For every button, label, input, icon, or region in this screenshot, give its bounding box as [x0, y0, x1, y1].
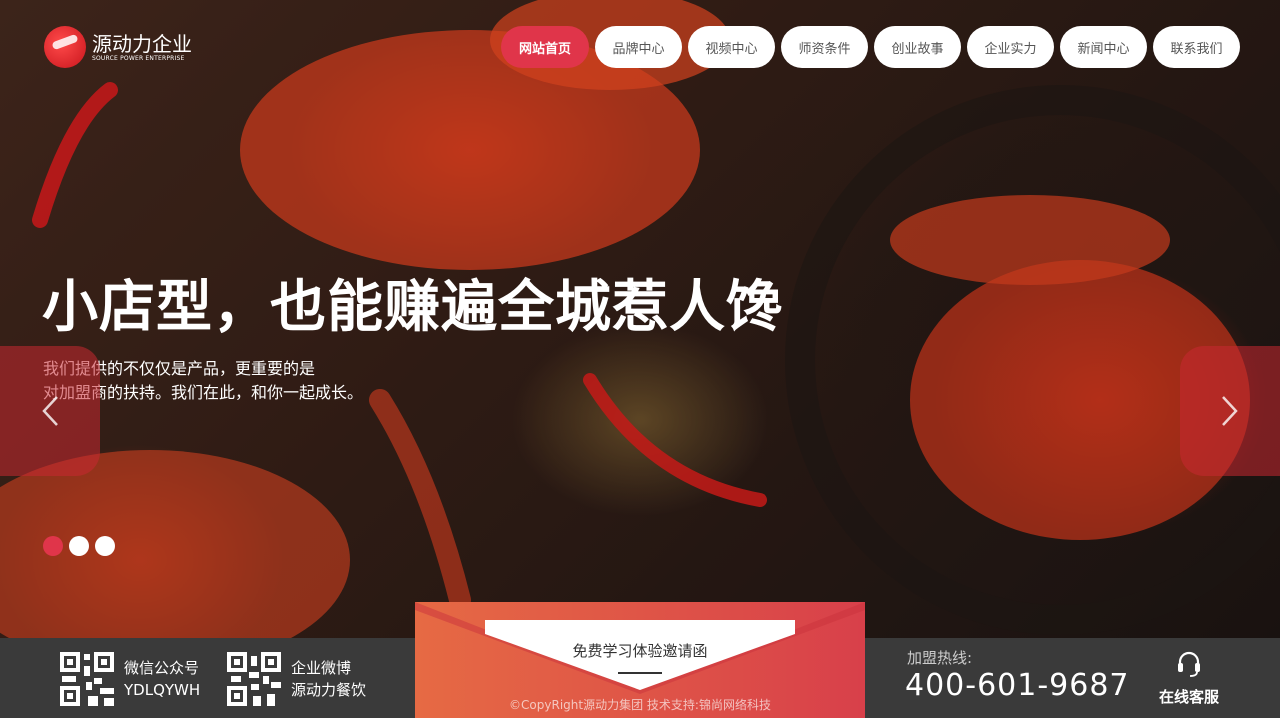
brand-name: 源动力企业	[92, 31, 192, 56]
chevron-left-icon	[42, 396, 58, 426]
carousel-dots	[43, 536, 115, 556]
wechat-id: YDLQYWH	[124, 681, 201, 699]
qr-code-icon	[60, 652, 114, 706]
weibo-block[interactable]: 企业微博 源动力餐饮	[227, 652, 366, 706]
main-nav: 网站首页 品牌中心 视频中心 师资条件 创业故事 企业实力 新闻中心 联系我们	[501, 26, 1240, 68]
invitation-title: 免费学习体验邀请函	[572, 642, 708, 660]
nav-item-faculty[interactable]: 师资条件	[781, 26, 868, 68]
wechat-block[interactable]: 微信公众号 YDLQYWH	[60, 652, 200, 706]
carousel-dot-2[interactable]	[69, 536, 89, 556]
nav-item-stories[interactable]: 创业故事	[874, 26, 961, 68]
nav-item-video[interactable]: 视频中心	[688, 26, 775, 68]
nav-item-news[interactable]: 新闻中心	[1060, 26, 1147, 68]
nav-item-home[interactable]: 网站首页	[501, 26, 589, 68]
brand-logo[interactable]: 源动力企业 SOURCE POWER ENTERPRISE	[44, 26, 192, 68]
weibo-label: 企业微博	[291, 659, 352, 677]
hotline-label: 加盟热线:	[907, 649, 973, 667]
copyright-text: ©CopyRight源动力集团 技术支持:锦尚网络科技	[509, 698, 771, 712]
carousel-next-button[interactable]	[1180, 346, 1280, 476]
carousel-dot-1[interactable]	[43, 536, 63, 556]
wechat-label: 微信公众号	[124, 659, 200, 677]
online-service-label: 在线客服	[1158, 688, 1219, 706]
online-service-button[interactable]: 在线客服	[1155, 650, 1223, 707]
nav-item-brand[interactable]: 品牌中心	[595, 26, 682, 68]
carousel-prev-button[interactable]	[0, 346, 100, 476]
logo-icon	[44, 26, 86, 68]
hotline-number[interactable]: 400-601-9687	[905, 668, 1130, 703]
invitation-envelope[interactable]: 免费学习体验邀请函 ©CopyRight源动力集团 技术支持:锦尚网络科技	[415, 602, 865, 718]
headset-icon	[1178, 651, 1200, 677]
hero-headline: 小店型，也能赚遍全城惹人馋	[42, 274, 783, 340]
chevron-right-icon	[1222, 396, 1238, 426]
brand-name-en: SOURCE POWER ENTERPRISE	[92, 54, 185, 62]
weibo-id: 源动力餐饮	[291, 681, 367, 699]
qr-code-icon	[227, 652, 281, 706]
nav-item-contact[interactable]: 联系我们	[1153, 26, 1240, 68]
carousel-dot-3[interactable]	[95, 536, 115, 556]
nav-item-strength[interactable]: 企业实力	[967, 26, 1054, 68]
